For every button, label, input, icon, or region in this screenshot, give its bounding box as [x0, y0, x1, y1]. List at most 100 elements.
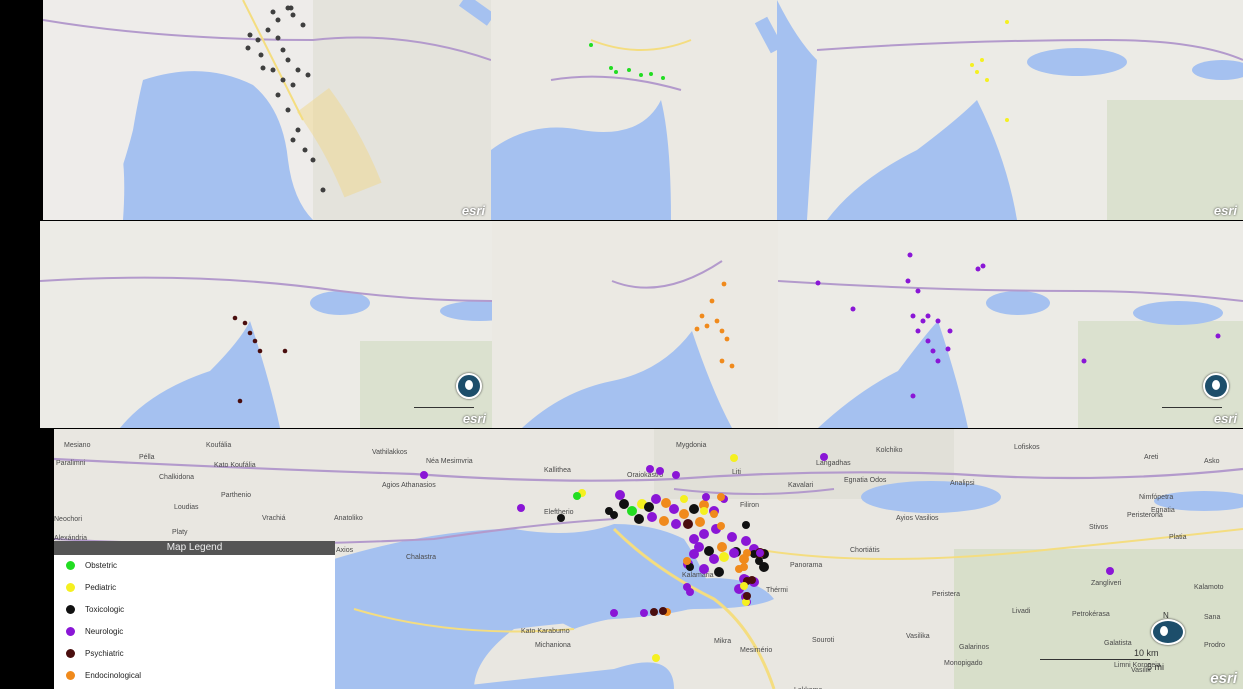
incident-marker[interactable]: [671, 519, 681, 529]
incident-marker[interactable]: [310, 157, 316, 163]
incident-marker[interactable]: [930, 348, 936, 354]
incident-marker[interactable]: [589, 43, 593, 47]
incident-marker[interactable]: [709, 298, 715, 304]
incident-marker[interactable]: [232, 315, 238, 321]
incident-marker[interactable]: [627, 506, 637, 516]
incident-marker[interactable]: [915, 288, 921, 294]
incident-marker[interactable]: [935, 318, 941, 324]
incident-marker[interactable]: [710, 510, 718, 518]
incident-marker[interactable]: [247, 32, 253, 38]
incident-marker[interactable]: [646, 465, 654, 473]
incident-marker[interactable]: [683, 519, 693, 529]
incident-marker[interactable]: [680, 495, 688, 503]
incident-marker[interactable]: [627, 68, 631, 72]
incident-marker[interactable]: [709, 554, 719, 564]
incident-marker[interactable]: [285, 57, 291, 63]
map-panel-yellow[interactable]: esri: [777, 0, 1243, 220]
incident-marker[interactable]: [755, 557, 763, 565]
incident-marker[interactable]: [975, 70, 979, 74]
incident-marker[interactable]: [756, 549, 764, 557]
incident-marker[interactable]: [619, 499, 629, 509]
incident-marker[interactable]: [656, 467, 664, 475]
incident-marker[interactable]: [699, 529, 709, 539]
incident-marker[interactable]: [290, 137, 296, 143]
incident-marker[interactable]: [652, 654, 660, 662]
incident-marker[interactable]: [729, 548, 739, 558]
map-panel-green[interactable]: [491, 0, 777, 220]
incident-marker[interactable]: [743, 592, 751, 600]
incident-marker[interactable]: [661, 498, 671, 508]
incident-marker[interactable]: [615, 490, 625, 500]
incident-marker[interactable]: [742, 521, 750, 529]
incident-marker[interactable]: [741, 536, 751, 546]
incident-marker[interactable]: [730, 454, 738, 462]
incident-marker[interactable]: [275, 35, 281, 41]
incident-marker[interactable]: [640, 609, 648, 617]
incident-marker[interactable]: [980, 263, 986, 269]
incident-marker[interactable]: [290, 12, 296, 18]
incident-marker[interactable]: [1005, 118, 1009, 122]
incident-marker[interactable]: [280, 77, 286, 83]
incident-marker[interactable]: [245, 45, 251, 51]
incident-marker[interactable]: [699, 313, 705, 319]
incident-marker[interactable]: [985, 78, 989, 82]
map-panel-psychiatric[interactable]: esri: [40, 221, 492, 428]
incident-marker[interactable]: [910, 393, 916, 399]
incident-marker[interactable]: [237, 398, 243, 404]
incident-marker[interactable]: [285, 5, 291, 11]
incident-marker[interactable]: [639, 73, 643, 77]
incident-marker[interactable]: [702, 493, 710, 501]
incident-marker[interactable]: [947, 328, 953, 334]
incident-marker[interactable]: [724, 336, 730, 342]
incident-marker[interactable]: [659, 516, 669, 526]
incident-marker[interactable]: [717, 493, 725, 501]
incident-marker[interactable]: [975, 266, 981, 272]
incident-marker[interactable]: [285, 107, 291, 113]
incident-marker[interactable]: [302, 147, 308, 153]
incident-marker[interactable]: [719, 328, 725, 334]
incident-marker[interactable]: [689, 549, 699, 559]
incident-marker[interactable]: [1081, 358, 1087, 364]
incident-marker[interactable]: [275, 92, 281, 98]
incident-marker[interactable]: [925, 338, 931, 344]
incident-marker[interactable]: [717, 542, 727, 552]
map-panel-neurologic[interactable]: esri: [778, 221, 1243, 428]
incident-marker[interactable]: [605, 507, 613, 515]
incident-marker[interactable]: [295, 67, 301, 73]
incident-marker[interactable]: [980, 58, 984, 62]
incident-marker[interactable]: [420, 471, 428, 479]
incident-marker[interactable]: [1106, 567, 1114, 575]
incident-marker[interactable]: [650, 608, 658, 616]
incident-marker[interactable]: [907, 252, 913, 258]
incident-marker[interactable]: [290, 82, 296, 88]
incident-marker[interactable]: [242, 320, 248, 326]
incident-marker[interactable]: [669, 504, 679, 514]
incident-marker[interactable]: [610, 609, 618, 617]
incident-marker[interactable]: [672, 471, 680, 479]
incident-marker[interactable]: [247, 330, 253, 336]
incident-marker[interactable]: [1215, 333, 1221, 339]
incident-marker[interactable]: [573, 492, 581, 500]
incident-marker[interactable]: [683, 583, 691, 591]
incident-marker[interactable]: [700, 507, 708, 515]
incident-marker[interactable]: [260, 65, 266, 71]
incident-marker[interactable]: [609, 66, 613, 70]
incident-marker[interactable]: [683, 557, 691, 565]
incident-marker[interactable]: [920, 318, 926, 324]
incident-marker[interactable]: [320, 187, 326, 193]
incident-marker[interactable]: [659, 607, 667, 615]
incident-marker[interactable]: [1005, 20, 1009, 24]
incident-marker[interactable]: [719, 358, 725, 364]
incident-marker[interactable]: [270, 9, 276, 15]
incident-marker[interactable]: [850, 306, 856, 312]
incident-marker[interactable]: [945, 346, 951, 352]
incident-marker[interactable]: [714, 318, 720, 324]
incident-marker[interactable]: [717, 522, 725, 530]
incident-marker[interactable]: [265, 27, 271, 33]
incident-marker[interactable]: [280, 47, 286, 53]
incident-marker[interactable]: [695, 517, 705, 527]
incident-marker[interactable]: [727, 532, 737, 542]
incident-marker[interactable]: [905, 278, 911, 284]
incident-marker[interactable]: [300, 22, 306, 28]
incident-marker[interactable]: [820, 453, 828, 461]
